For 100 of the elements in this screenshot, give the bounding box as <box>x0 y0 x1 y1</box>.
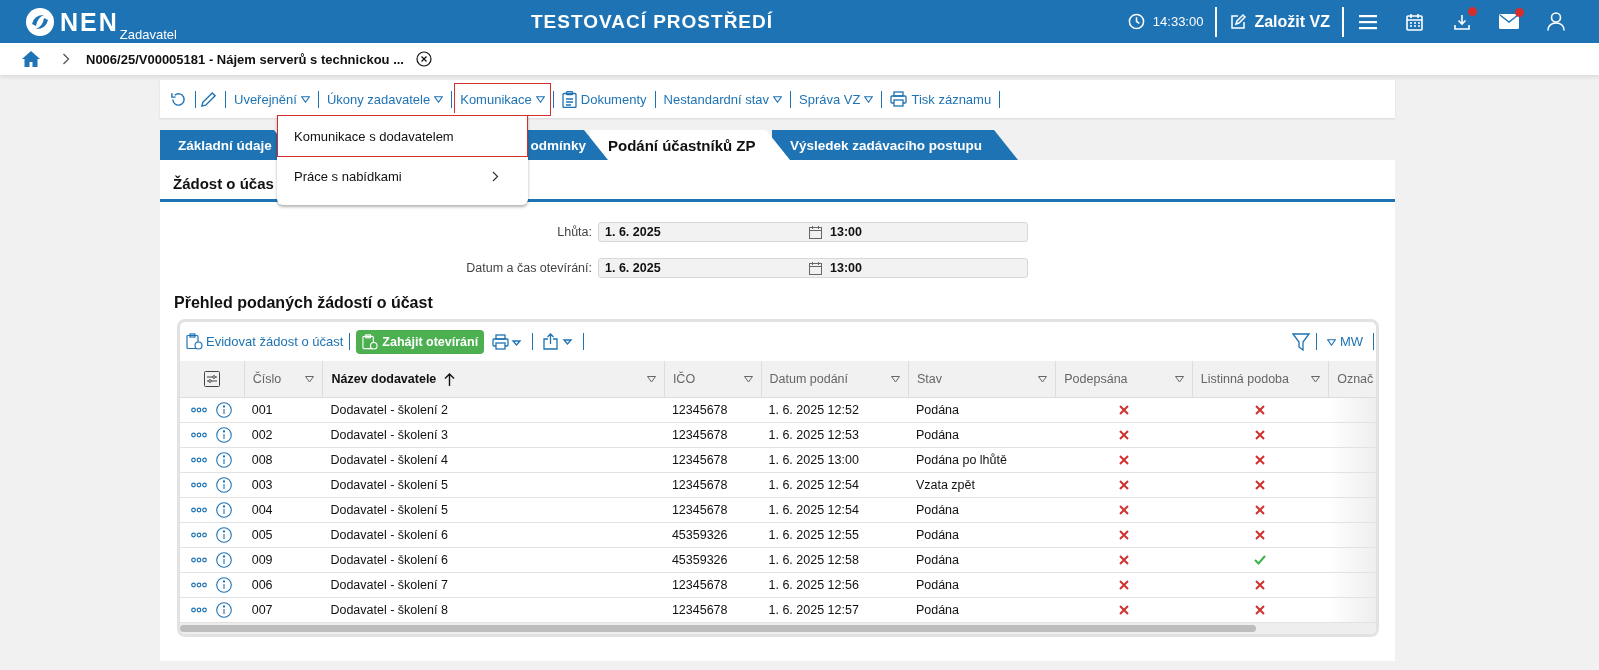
menu-button[interactable]: Uveřejnění <box>228 82 316 116</box>
datetime-field[interactable]: 1. 6. 2025 13:00 <box>598 222 1028 242</box>
menu-item[interactable]: Práce s nabídkami <box>277 157 528 195</box>
print-button[interactable]: Tisk záznamu <box>884 82 998 116</box>
datetime-field[interactable]: 1. 6. 2025 13:00 <box>598 258 1028 278</box>
calendar-icon[interactable] <box>809 225 822 239</box>
more-options-icon[interactable] <box>191 557 208 563</box>
table-cell-text: Vzata zpět <box>914 477 976 494</box>
table-cell-text: 12345678 <box>670 577 729 594</box>
table-cell-text: 12345678 <box>670 502 729 519</box>
menu-button[interactable]: Úkony zadavatele <box>320 82 450 116</box>
start-opening-button[interactable]: Zahájit otevírání <box>356 329 485 354</box>
column-header[interactable]: Listinná podoba <box>1191 361 1329 397</box>
info-icon[interactable] <box>216 552 233 568</box>
menu-button[interactable]: Nestandardní stav <box>657 82 789 116</box>
column-filter-icon[interactable] <box>646 375 656 383</box>
menu-button[interactable]: Správa VZ <box>793 82 880 116</box>
menu-icon[interactable] <box>1358 13 1377 30</box>
logo-text[interactable]: NEN <box>60 6 119 37</box>
dropdown-arrow-icon <box>434 95 444 103</box>
documents-button[interactable]: Dokumenty <box>555 82 653 116</box>
column-header[interactable]: Stav <box>907 361 1056 397</box>
download-icon[interactable] <box>1452 12 1471 31</box>
tab[interactable]: Podání účastníků ZP <box>590 130 790 160</box>
printer-icon <box>890 91 908 107</box>
more-options-icon[interactable] <box>191 407 208 413</box>
refresh-icon[interactable] <box>170 90 187 108</box>
column-filter-icon[interactable] <box>1038 375 1048 383</box>
column-filter-icon[interactable] <box>743 375 753 383</box>
more-options-icon[interactable] <box>191 457 208 463</box>
info-icon[interactable] <box>216 602 233 618</box>
column-header[interactable]: Číslo <box>243 361 323 397</box>
column-header[interactable]: IČO <box>663 361 761 397</box>
info-icon[interactable] <box>216 402 233 418</box>
scrollbar-thumb[interactable] <box>180 625 1256 632</box>
table-cell-text: 006 <box>250 577 274 594</box>
table-cell-text: Podána <box>914 602 960 619</box>
info-icon[interactable] <box>216 452 233 468</box>
field-label: Lhůta: <box>556 225 592 239</box>
table-cell-text: Podána <box>914 577 960 594</box>
column-filter-icon[interactable] <box>305 375 315 383</box>
table-cell-text: 1. 6. 2025 12:56 <box>767 577 860 594</box>
dropdown-arrow-icon <box>1327 339 1337 346</box>
table-cell-text: Dodavatel - školení 7 <box>329 577 449 594</box>
mail-icon[interactable] <box>1498 14 1519 29</box>
table-cell-text: 12345678 <box>670 427 729 444</box>
table-cell-text: 1. 6. 2025 12:52 <box>767 402 860 419</box>
table-cell-text: 003 <box>250 477 274 494</box>
tab[interactable]: Výsledek zadávacího postupu <box>772 130 1019 160</box>
column-header[interactable]: Podepsána <box>1055 361 1192 397</box>
breadcrumb-link[interactable]: N006/25/V00005181 - Nájem serverů s technickou ... <box>86 51 404 67</box>
home-icon[interactable] <box>22 51 40 67</box>
info-icon[interactable] <box>216 527 233 543</box>
more-options-icon[interactable] <box>191 607 208 613</box>
clock-icon <box>1127 13 1145 30</box>
logo-subtitle: Zadavatel <box>119 26 177 42</box>
info-icon[interactable] <box>216 577 233 593</box>
table-cell-text: 009 <box>250 552 274 569</box>
table-cell-text: Dodavatel - školení 4 <box>329 452 449 469</box>
more-options-icon[interactable] <box>191 482 208 488</box>
dropdown-arrow-icon <box>300 95 310 103</box>
column-filter-icon[interactable] <box>1311 375 1321 383</box>
pencil-icon[interactable] <box>200 90 217 108</box>
menu-item[interactable]: Komunikace s dodavatelem <box>277 115 528 157</box>
table-cell-text: Podána po lhůtě <box>914 452 1008 469</box>
close-icon[interactable] <box>415 51 432 67</box>
calendar-icon[interactable] <box>809 261 822 275</box>
column-settings-icon[interactable] <box>203 371 220 387</box>
info-icon[interactable] <box>216 427 233 443</box>
table-cell-text: 002 <box>250 427 274 444</box>
column-filter-icon[interactable] <box>890 375 900 383</box>
column-filter-icon[interactable] <box>1174 375 1184 383</box>
table-cell-text: 1. 6. 2025 12:54 <box>767 502 860 519</box>
print-dropdown-icon[interactable] <box>492 333 523 350</box>
calendar-icon[interactable] <box>1406 12 1423 31</box>
filter-icon[interactable] <box>1292 332 1311 351</box>
info-icon[interactable] <box>216 502 233 518</box>
table-cell-text: 008 <box>250 452 274 469</box>
table-cell-text: Dodavatel - školení 8 <box>329 602 449 619</box>
more-options-icon[interactable] <box>191 432 208 438</box>
more-options-icon[interactable] <box>191 532 208 538</box>
column-header[interactable]: Název dodavatele <box>322 361 664 397</box>
table-cell-text: 005 <box>250 527 274 544</box>
table-cell-text: Podána <box>914 402 960 419</box>
column-header[interactable]: Označ <box>1328 361 1376 397</box>
view-dropdown[interactable]: MW <box>1323 334 1367 349</box>
more-options-icon[interactable] <box>191 507 208 513</box>
table-cell-text: Dodavatel - školení 6 <box>329 552 449 569</box>
create-button[interactable]: Založit VZ <box>1229 12 1330 31</box>
table-cell-text: Dodavatel - školení 2 <box>329 402 449 419</box>
info-icon[interactable] <box>216 477 233 493</box>
user-icon[interactable] <box>1546 12 1565 31</box>
more-options-icon[interactable] <box>191 582 208 588</box>
logo-icon[interactable] <box>25 6 55 37</box>
register-link[interactable]: Evidovat žádost o účast <box>186 333 344 350</box>
table-cell-text: 1. 6. 2025 12:57 <box>767 602 860 619</box>
column-header[interactable]: Datum podání <box>760 361 908 397</box>
dropdown-arrow-icon <box>773 95 783 103</box>
export-dropdown-icon[interactable] <box>543 333 574 350</box>
dropdown-arrow-icon <box>864 95 874 103</box>
